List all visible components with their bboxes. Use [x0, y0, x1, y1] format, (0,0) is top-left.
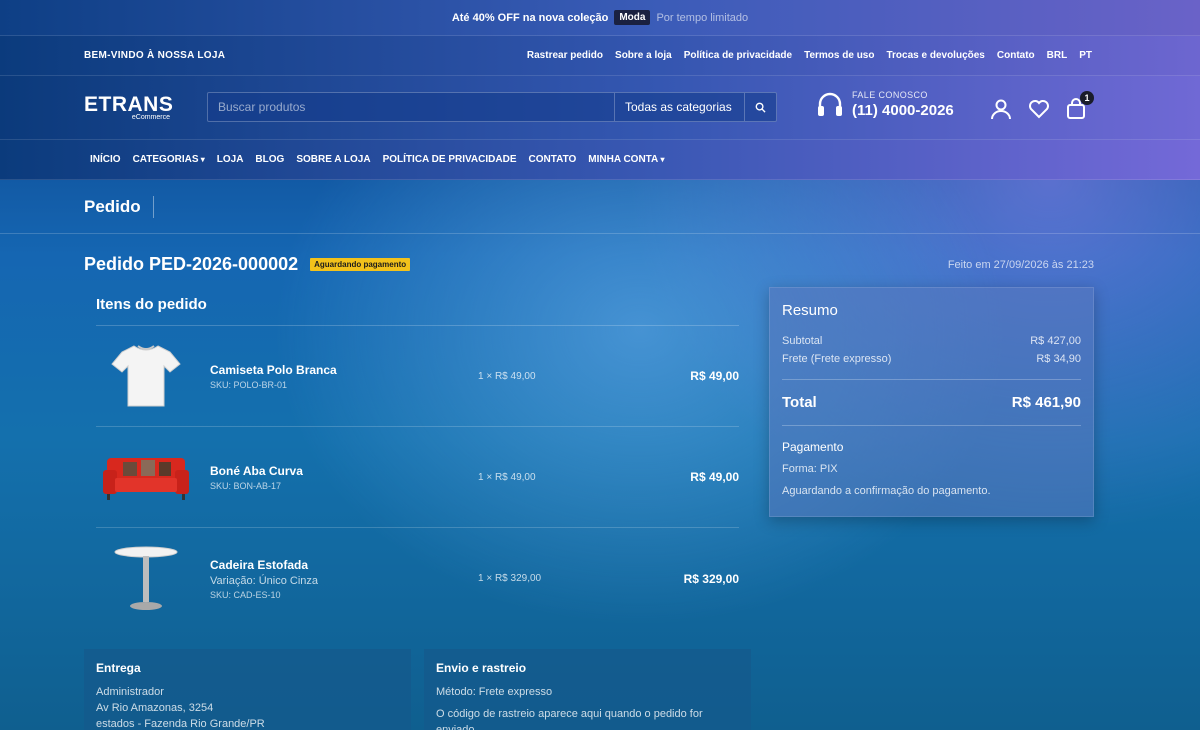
- logo[interactable]: ETRANS eCommerce: [84, 94, 196, 121]
- sofa-image[interactable]: [96, 438, 196, 516]
- cart-button[interactable]: 1: [1066, 91, 1094, 120]
- page-title: Pedido: [84, 195, 154, 218]
- item-line-total: R$ 329,00: [683, 571, 739, 586]
- delivery-address: Av Rio Amazonas, 3254: [96, 702, 214, 714]
- nav-my-account[interactable]: MINHA CONTA: [588, 154, 664, 165]
- nav-home[interactable]: INÍCIO: [90, 154, 121, 165]
- tshirt-image[interactable]: [96, 337, 196, 415]
- shipping-value: R$ 34,90: [1036, 353, 1081, 365]
- headset-icon: [818, 92, 842, 116]
- contact-block: FALE CONOSCO (11) 4000-2026: [816, 90, 954, 119]
- nav-contact[interactable]: CONTATO: [529, 154, 577, 165]
- delivery-heading: Entrega: [96, 661, 141, 675]
- order-date: Feito em 27/09/2026 às 21:23: [947, 258, 1094, 271]
- link-about[interactable]: Sobre a loja: [615, 50, 672, 61]
- item-line-total: R$ 49,00: [690, 470, 739, 484]
- promo-tag[interactable]: Moda: [614, 10, 651, 25]
- welcome-text: BEM-VINDO À NOSSA LOJA: [84, 50, 226, 61]
- item-sku: SKU: CAD-ES-10: [210, 589, 281, 600]
- nav-shop[interactable]: LOJA: [217, 154, 244, 165]
- item-name[interactable]: Camiseta Polo Branca: [210, 363, 470, 377]
- user-icon: [991, 99, 1011, 120]
- total-row: Total R$ 461,90: [782, 394, 1081, 411]
- order-header: Pedido PED-2026-000002 Aguardando pagame…: [84, 254, 1094, 275]
- item-sku: SKU: BON-AB-17: [210, 480, 282, 491]
- promo-bar: Até 40% OFF na nova coleção Moda Por tem…: [0, 0, 1200, 36]
- search-button[interactable]: [744, 93, 776, 121]
- contact-phone[interactable]: (11) 4000-2026: [852, 102, 954, 119]
- item-variation: Variação: Único Cinza: [210, 574, 319, 587]
- link-privacy[interactable]: Política de privacidade: [684, 50, 792, 61]
- shipping-method: Método: Frete expresso: [436, 686, 553, 698]
- nav-privacy[interactable]: POLÍTICA DE PRIVACIDADE: [383, 154, 517, 165]
- language-selector[interactable]: PT: [1079, 50, 1092, 61]
- item-quantity-price: 1 × R$ 49,00: [478, 370, 536, 382]
- subtotal-label: Subtotal: [782, 335, 823, 347]
- delivery-name: Administrador: [96, 686, 164, 698]
- logo-text: ETRANS: [84, 93, 174, 116]
- promo-note: Por tempo limitado: [656, 11, 749, 24]
- nav-categories[interactable]: CATEGORIAS: [133, 154, 205, 165]
- subtotal-row: Subtotal R$ 427,00: [782, 335, 1081, 347]
- item-line-total: R$ 49,00: [690, 369, 739, 383]
- order-item-row: Camiseta Polo Branca SKU: POLO-BR-01 1 ×…: [96, 326, 739, 427]
- delivery-card: Entrega Administrador Av Rio Amazonas, 3…: [84, 649, 411, 730]
- summary-heading: Resumo: [782, 302, 838, 319]
- cart-count-badge: 1: [1080, 91, 1094, 105]
- payment-heading: Pagamento: [782, 440, 844, 454]
- link-terms[interactable]: Termos de uso: [804, 50, 874, 61]
- tracking-note: O código de rastreio aparece aqui quando…: [436, 708, 703, 730]
- status-badge: Aguardando pagamento: [310, 258, 411, 271]
- page-title-bar: Pedido: [0, 180, 1200, 234]
- shipping-heading: Envio e rastreio: [436, 661, 527, 675]
- heart-icon: [1029, 100, 1049, 119]
- total-label: Total: [782, 394, 817, 411]
- utility-links: Rastrear pedido Sobre a loja Política de…: [527, 50, 1092, 61]
- item-name[interactable]: Cadeira Estofada: [210, 558, 470, 572]
- promo-text: Até 40% OFF na nova coleção: [451, 11, 609, 24]
- main-nav: INÍCIO CATEGORIAS LOJA BLOG SOBRE A LOJA…: [0, 140, 1200, 180]
- search-bar: Todas as categorias: [207, 92, 777, 122]
- subtotal-value: R$ 427,00: [1030, 335, 1081, 347]
- nav-blog[interactable]: BLOG: [255, 154, 284, 165]
- payment-status: Aguardando a confirmação do pagamento.: [782, 485, 991, 497]
- order-items-heading: Itens do pedido: [96, 296, 739, 326]
- order-title: Pedido PED-2026-000002: [84, 254, 299, 274]
- search-icon: [755, 102, 766, 113]
- utility-bar: BEM-VINDO À NOSSA LOJA Rastrear pedido S…: [0, 36, 1200, 76]
- item-sku: SKU: POLO-BR-01: [210, 379, 288, 390]
- payment-method: Forma: PIX: [782, 463, 838, 475]
- item-name[interactable]: Boné Aba Curva: [210, 464, 470, 478]
- delivery-city: estados - Fazenda Rio Grande/PR: [96, 718, 265, 730]
- shipping-label: Frete (Frete expresso): [782, 353, 892, 365]
- header-icons: 1: [990, 91, 1094, 120]
- divider: [782, 379, 1081, 380]
- category-select-value: Todas as categorias: [625, 100, 732, 114]
- shipping-tracking-card: Envio e rastreio Método: Frete expresso …: [424, 649, 751, 730]
- table-image[interactable]: [96, 540, 196, 618]
- link-track-order[interactable]: Rastrear pedido: [527, 50, 603, 61]
- search-input[interactable]: [208, 93, 614, 121]
- link-returns[interactable]: Trocas e devoluções: [886, 50, 984, 61]
- order-item-row: Cadeira Estofada Variação: Único Cinza S…: [96, 528, 739, 629]
- item-quantity-price: 1 × R$ 329,00: [478, 573, 542, 584]
- account-button[interactable]: [990, 98, 1012, 120]
- divider: [782, 425, 1081, 426]
- wishlist-button[interactable]: [1028, 99, 1050, 119]
- nav-about[interactable]: SOBRE A LOJA: [296, 154, 370, 165]
- category-select[interactable]: Todas as categorias: [614, 93, 744, 121]
- link-contact[interactable]: Contato: [997, 50, 1035, 61]
- item-quantity-price: 1 × R$ 49,00: [478, 471, 536, 483]
- order-summary-card: Resumo Subtotal R$ 427,00 Frete (Frete e…: [769, 287, 1094, 517]
- order-item-row: Boné Aba Curva SKU: BON-AB-17 1 × R$ 49,…: [96, 427, 739, 528]
- currency-selector[interactable]: BRL: [1047, 50, 1068, 61]
- contact-label: FALE CONOSCO: [852, 90, 928, 100]
- shipping-row: Frete (Frete expresso) R$ 34,90: [782, 353, 1081, 365]
- main-header: ETRANS eCommerce Todas as categorias FAL…: [0, 76, 1200, 140]
- order-items-panel: Itens do pedido Camiseta Polo Branca SKU…: [96, 296, 739, 629]
- total-value: R$ 461,90: [1011, 394, 1081, 411]
